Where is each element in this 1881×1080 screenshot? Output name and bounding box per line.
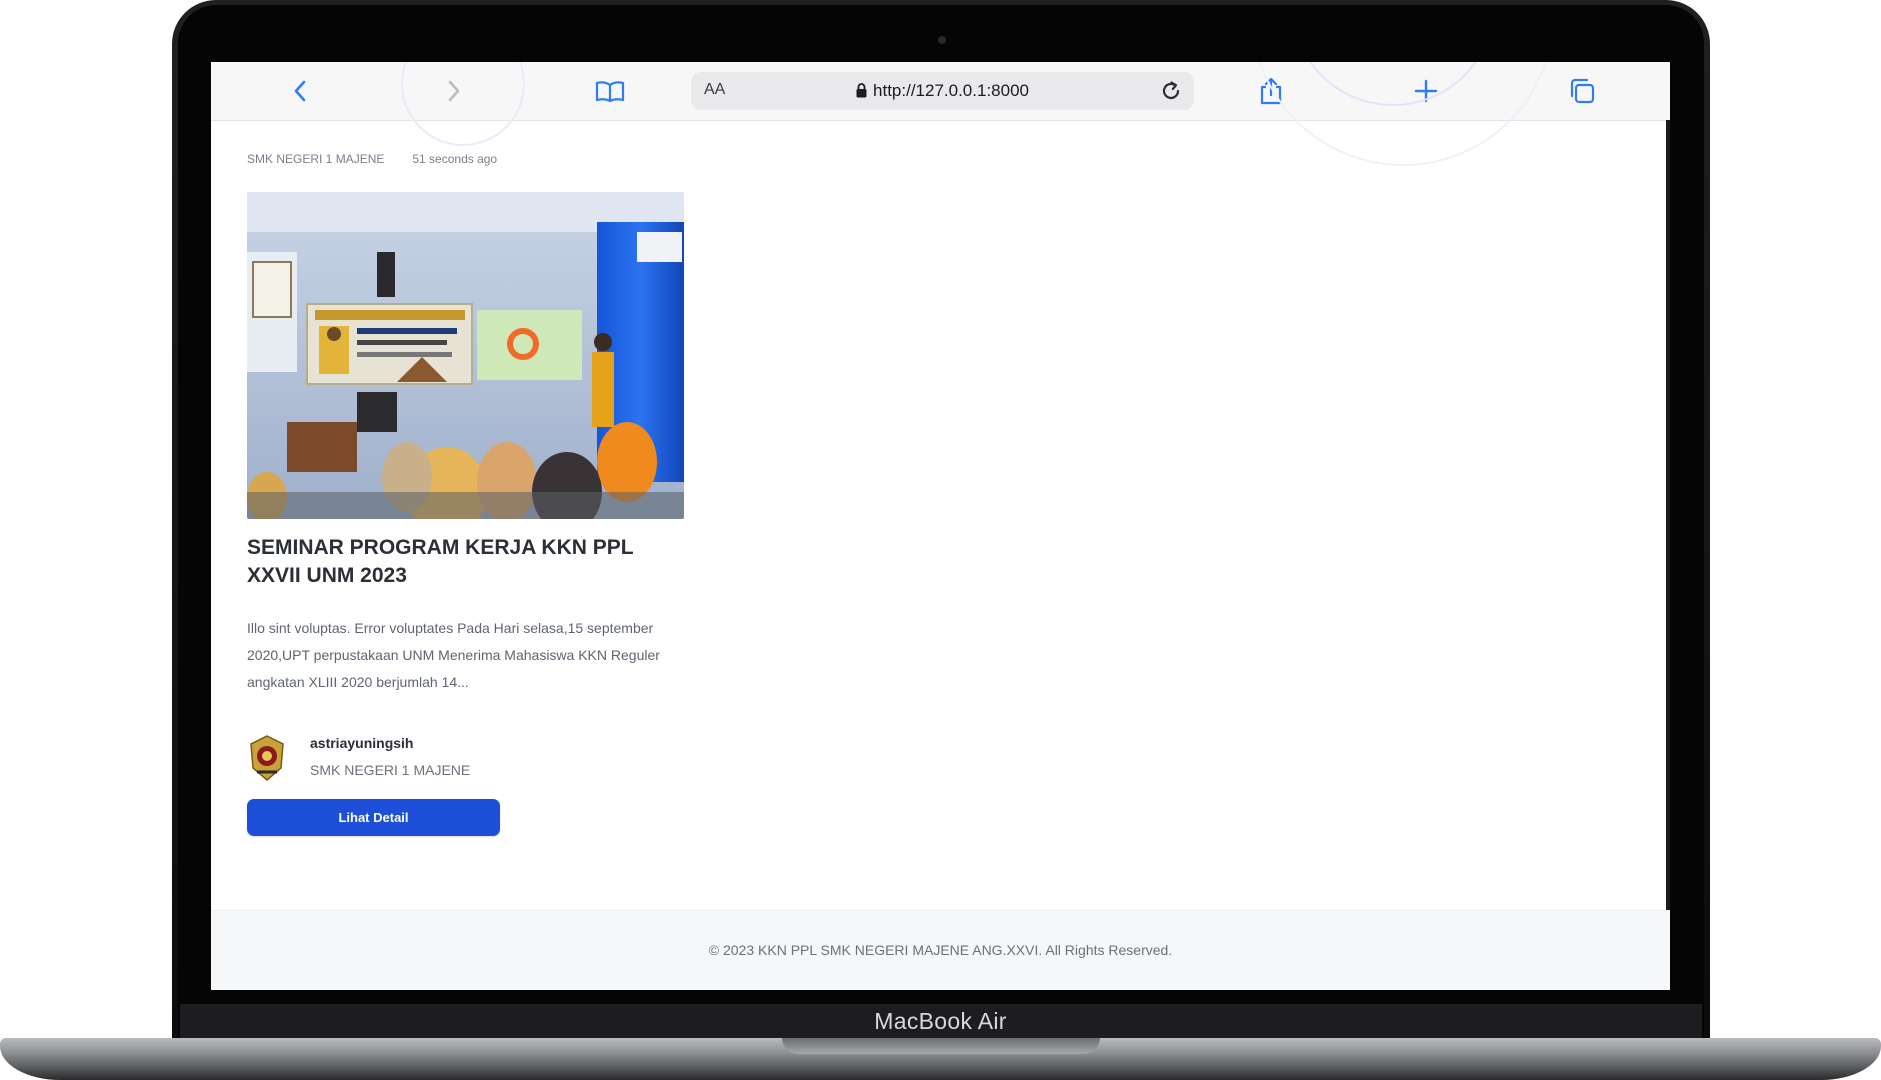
post-image[interactable] bbox=[247, 192, 684, 519]
post-meta: SMK NEGERI 1 MAJENE 51 seconds ago bbox=[247, 152, 497, 166]
browser-screen: AA http://127.0.0.1:8000 SMK NEGERI 1 MA… bbox=[211, 62, 1670, 990]
device-model-label: MacBook Air bbox=[874, 1008, 1007, 1034]
footer-copyright: © 2023 KKN PPL SMK NEGERI MAJENE ANG.XXV… bbox=[708, 942, 1173, 958]
post-title[interactable]: SEMINAR PROGRAM KERJA KKN PPL XXVII UNM … bbox=[247, 534, 677, 590]
author-name: astriayuningsih bbox=[310, 735, 414, 751]
bookmarks-icon[interactable] bbox=[595, 76, 625, 106]
tabs-icon[interactable] bbox=[1567, 76, 1597, 106]
view-detail-button[interactable]: Lihat Detail bbox=[247, 799, 500, 836]
back-icon[interactable] bbox=[285, 76, 315, 106]
page-footer: © 2023 KKN PPL SMK NEGERI MAJENE ANG.XXV… bbox=[211, 910, 1670, 990]
reload-icon[interactable] bbox=[1158, 78, 1184, 109]
post-time: 51 seconds ago bbox=[412, 152, 498, 166]
author-avatar bbox=[247, 734, 287, 782]
decorative-ring bbox=[401, 62, 525, 146]
post-source: SMK NEGERI 1 MAJENE bbox=[247, 152, 385, 166]
laptop-notch bbox=[782, 1038, 1100, 1054]
camera-icon bbox=[938, 36, 946, 44]
lock-icon bbox=[856, 83, 867, 103]
decorative-ring bbox=[1251, 62, 1555, 166]
url-text: http://127.0.0.1:8000 bbox=[873, 81, 1029, 100]
post-excerpt: Illo sint voluptas. Error voluptates Pad… bbox=[247, 620, 660, 690]
author-school: SMK NEGERI 1 MAJENE bbox=[310, 762, 471, 778]
screen-edge bbox=[1666, 120, 1670, 910]
address-bar[interactable]: AA http://127.0.0.1:8000 bbox=[691, 72, 1194, 110]
